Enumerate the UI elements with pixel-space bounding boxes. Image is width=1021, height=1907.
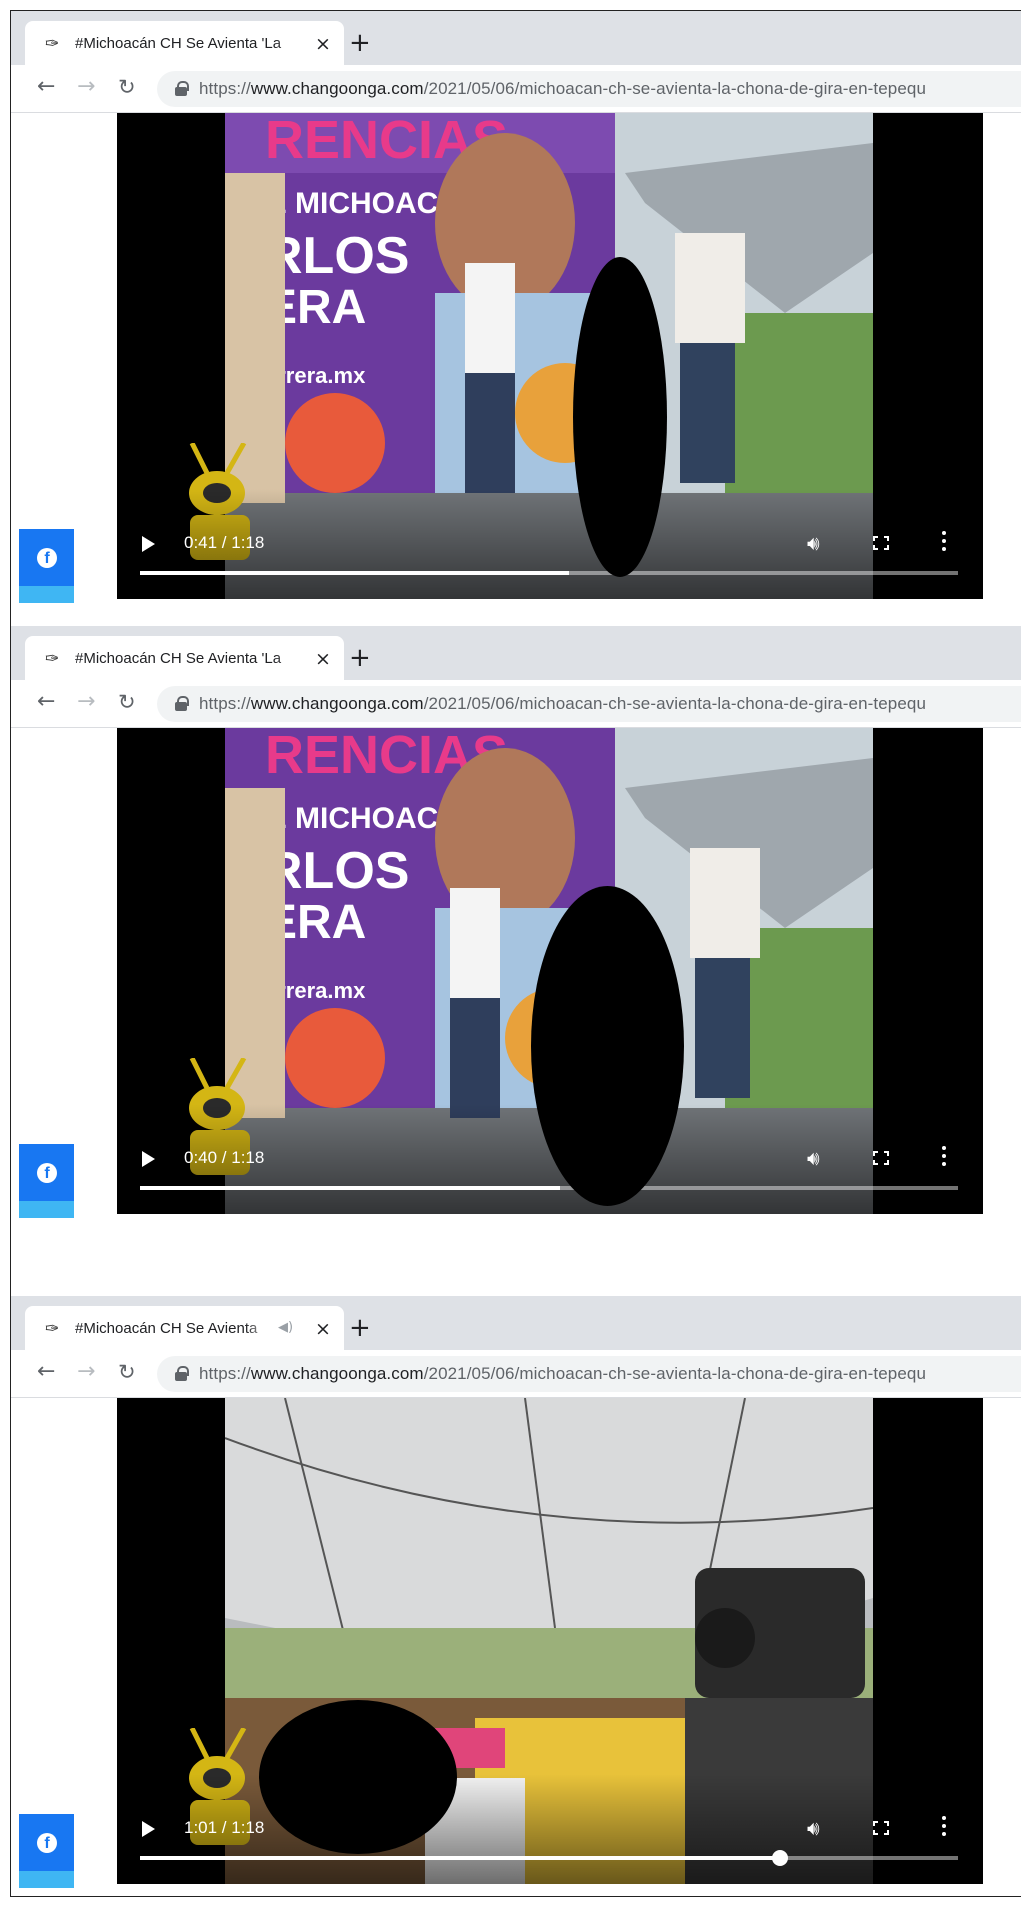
- browser-tab[interactable]: ✑ #Michoacán CH Se Avienta 'La ×: [25, 636, 344, 680]
- tab-strip: ✑ #Michoacán CH Se Avienta ◀) × +: [11, 1296, 1021, 1350]
- facebook-share-top: f: [19, 529, 74, 586]
- back-arrow-icon[interactable]: ←: [37, 1360, 55, 1384]
- forward-arrow-icon[interactable]: →: [77, 75, 95, 99]
- browser-toolbar: ← → ↻ https://www.changoonga.com/2021/05…: [11, 680, 1021, 728]
- tab-title: #Michoacán CH Se Avienta: [75, 1320, 275, 1337]
- lock-icon: [175, 696, 189, 711]
- tab-strip: ✑ #Michoacán CH Se Avienta 'La × +: [11, 11, 1021, 65]
- video-player[interactable]: RENCIAS NE MICHOACÁN RLOS ERA errera.mx: [117, 728, 983, 1214]
- lock-icon: [175, 1366, 189, 1381]
- squirrel-icon: ✑: [45, 1319, 60, 1339]
- video-progress-bar[interactable]: [140, 1186, 958, 1190]
- forward-arrow-icon[interactable]: →: [77, 1360, 95, 1384]
- more-vertical-icon[interactable]: [942, 1816, 946, 1836]
- browser-tab[interactable]: ✑ #Michoacán CH Se Avienta ◀) ×: [25, 1306, 344, 1350]
- play-icon[interactable]: [142, 1151, 155, 1167]
- browser-toolbar: ← → ↻ https://www.changoonga.com/2021/05…: [11, 1350, 1021, 1398]
- time-display: 0:40 / 1:18: [184, 1148, 265, 1167]
- video-progress-bar[interactable]: [140, 1850, 958, 1866]
- play-icon[interactable]: [142, 536, 155, 552]
- facebook-share-accent: [19, 1871, 74, 1888]
- facebook-share-button[interactable]: f: [19, 1814, 74, 1888]
- lock-icon: [175, 81, 189, 96]
- close-tab-button[interactable]: ×: [315, 648, 331, 670]
- browser-toolbar: ← → ↻ https://www.changoonga.com/2021/05…: [11, 65, 1021, 113]
- back-arrow-icon[interactable]: ←: [37, 690, 55, 714]
- progress-scrubber-handle[interactable]: [771, 1850, 788, 1866]
- volume-icon[interactable]: 🔊︎: [807, 531, 820, 555]
- redaction-mask: [531, 886, 684, 1206]
- browser-panel-1: ✑ #Michoacán CH Se Avienta 'La × + ← → ↻…: [11, 11, 1021, 611]
- new-tab-button[interactable]: +: [349, 645, 371, 671]
- browser-panel-2: ✑ #Michoacán CH Se Avienta 'La × + ← → ↻…: [11, 626, 1021, 1221]
- video-progress-bar[interactable]: [140, 571, 958, 575]
- video-player[interactable]: 1:01 / 1:18 🔊︎: [117, 1398, 983, 1884]
- video-progress-fill: [140, 571, 570, 575]
- volume-icon[interactable]: 🔊︎: [807, 1816, 820, 1840]
- facebook-share-button[interactable]: f: [19, 529, 74, 603]
- address-bar[interactable]: https://www.changoonga.com/2021/05/06/mi…: [157, 71, 1021, 107]
- svg-text:RLOS: RLOS: [265, 227, 409, 285]
- url-text: https://www.changoonga.com/2021/05/06/mi…: [199, 79, 927, 98]
- forward-arrow-icon[interactable]: →: [77, 690, 95, 714]
- address-bar[interactable]: https://www.changoonga.com/2021/05/06/mi…: [157, 686, 1021, 722]
- fullscreen-icon[interactable]: [873, 1821, 889, 1835]
- back-arrow-icon[interactable]: ←: [37, 75, 55, 99]
- reload-icon[interactable]: ↻: [118, 1360, 136, 1384]
- more-vertical-icon[interactable]: [942, 1146, 946, 1166]
- close-tab-button[interactable]: ×: [315, 1318, 331, 1340]
- more-vertical-icon[interactable]: [942, 531, 946, 551]
- video-player[interactable]: RENCIAS NE MICHOACÁN RLOS ERA errera.mx: [117, 113, 983, 599]
- tab-strip: ✑ #Michoacán CH Se Avienta 'La × +: [11, 626, 1021, 680]
- facebook-share-top: f: [19, 1814, 74, 1871]
- facebook-share-accent: [19, 586, 74, 603]
- squirrel-icon: ✑: [45, 34, 60, 54]
- new-tab-button[interactable]: +: [349, 1315, 371, 1341]
- facebook-icon: f: [37, 1163, 57, 1183]
- fullscreen-icon[interactable]: [873, 536, 889, 550]
- browser-panel-3: ✑ #Michoacán CH Se Avienta ◀) × + ← → ↻ …: [11, 1296, 1021, 1896]
- facebook-icon: f: [37, 1833, 57, 1853]
- video-controls: 1:01 / 1:18 🔊︎: [117, 1774, 983, 1884]
- tab-title: #Michoacán CH Se Avienta 'La: [75, 35, 305, 52]
- video-progress-fill: [140, 1856, 780, 1860]
- tab-title: #Michoacán CH Se Avienta 'La: [75, 650, 305, 667]
- fullscreen-icon[interactable]: [873, 1151, 889, 1165]
- redaction-mask: [259, 1700, 457, 1854]
- time-display: 0:41 / 1:18: [184, 533, 265, 552]
- time-display: 1:01 / 1:18: [184, 1818, 265, 1837]
- reload-icon[interactable]: ↻: [118, 75, 136, 99]
- svg-text:RLOS: RLOS: [265, 842, 409, 900]
- url-text: https://www.changoonga.com/2021/05/06/mi…: [199, 694, 927, 713]
- close-tab-button[interactable]: ×: [315, 33, 331, 55]
- volume-icon[interactable]: 🔊︎: [807, 1146, 820, 1170]
- facebook-share-button[interactable]: f: [19, 1144, 74, 1218]
- facebook-icon: f: [37, 548, 57, 568]
- audio-playing-icon[interactable]: ◀): [278, 1320, 293, 1335]
- redaction-mask: [573, 257, 667, 577]
- facebook-share-accent: [19, 1201, 74, 1218]
- video-controls: 0:41 / 1:18 🔊︎: [117, 489, 983, 599]
- reload-icon[interactable]: ↻: [118, 690, 136, 714]
- new-tab-button[interactable]: +: [349, 30, 371, 56]
- browser-tab[interactable]: ✑ #Michoacán CH Se Avienta 'La ×: [25, 21, 344, 65]
- play-icon[interactable]: [142, 1821, 155, 1837]
- squirrel-icon: ✑: [45, 649, 60, 669]
- address-bar[interactable]: https://www.changoonga.com/2021/05/06/mi…: [157, 1356, 1021, 1392]
- video-progress-fill: [140, 1186, 560, 1190]
- url-text: https://www.changoonga.com/2021/05/06/mi…: [199, 1364, 927, 1383]
- facebook-share-top: f: [19, 1144, 74, 1201]
